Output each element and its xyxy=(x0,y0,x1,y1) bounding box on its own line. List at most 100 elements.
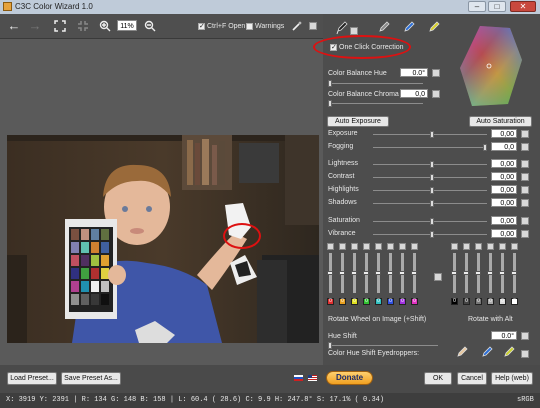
saturation-thumb[interactable] xyxy=(430,218,434,225)
hue-shift-track[interactable] xyxy=(328,345,438,346)
color-balance-chroma-reset[interactable] xyxy=(432,90,440,98)
lightness-field[interactable]: 0,00 xyxy=(491,159,517,168)
eyedropper-toggle[interactable] xyxy=(350,27,358,35)
cancel-button[interactable]: Cancel xyxy=(457,372,487,385)
vibrance-thumb[interactable] xyxy=(430,231,434,238)
color-balance-hue-thumb[interactable] xyxy=(328,80,332,87)
hue-shift-reset[interactable] xyxy=(521,332,529,340)
help-button[interactable]: Help (web) xyxy=(491,372,533,385)
eyedroppers-reset[interactable] xyxy=(521,350,529,358)
shadows-thumb[interactable] xyxy=(430,200,434,207)
yellow-eyedropper-icon[interactable] xyxy=(428,21,440,37)
fogging-field[interactable]: 0,0 xyxy=(491,142,517,151)
warnings-checkbox[interactable] xyxy=(246,23,253,30)
lightness-reset[interactable] xyxy=(521,160,529,168)
color-channel-knob-1[interactable] xyxy=(339,271,345,275)
image-canvas[interactable] xyxy=(0,39,323,365)
hue-shift-thumb[interactable] xyxy=(328,342,332,349)
gray-channel-knob-1[interactable] xyxy=(463,271,469,275)
exposure-thumb[interactable] xyxy=(430,131,434,138)
fogging-track[interactable] xyxy=(373,147,487,148)
gray-channel-knob-5[interactable] xyxy=(511,271,517,275)
gray-channel-top-1[interactable] xyxy=(463,243,470,250)
actual-size-icon[interactable] xyxy=(76,18,90,34)
saturation-reset[interactable] xyxy=(521,217,529,225)
gray-channel-knob-3[interactable] xyxy=(487,271,493,275)
color-channel-top-4[interactable] xyxy=(375,243,382,250)
color-balance-chroma-thumb[interactable] xyxy=(328,100,332,107)
shadows-field[interactable]: 0,00 xyxy=(491,198,517,207)
contrast-reset[interactable] xyxy=(521,173,529,181)
exposure-reset[interactable] xyxy=(521,130,529,138)
photo-preview[interactable] xyxy=(7,135,319,343)
color-balance-chroma-track[interactable] xyxy=(328,103,423,104)
gray-channel-knob-2[interactable] xyxy=(475,271,481,275)
gray-channel-top-2[interactable] xyxy=(475,243,482,250)
zoom-level-field[interactable]: 11% xyxy=(117,20,137,31)
fit-screen-icon[interactable] xyxy=(53,18,67,34)
gray-channel-top-4[interactable] xyxy=(499,243,506,250)
forward-arrow-icon[interactable]: → xyxy=(27,18,43,34)
gray-channel-top-0[interactable] xyxy=(451,243,458,250)
color-channel-top-0[interactable] xyxy=(327,243,334,250)
highlights-thumb[interactable] xyxy=(430,187,434,194)
ok-button[interactable]: OK xyxy=(424,372,452,385)
hue-eyedropper-2-icon[interactable] xyxy=(481,346,493,362)
gray-channel-knob-0[interactable] xyxy=(451,271,457,275)
magic-wand-icon[interactable] xyxy=(290,18,304,34)
toolbar-square-button[interactable] xyxy=(309,22,317,30)
ctrlf-open-checkbox[interactable]: ✓ xyxy=(198,23,205,30)
fogging-reset[interactable] xyxy=(521,143,529,151)
close-button[interactable]: ✕ xyxy=(510,1,536,12)
zoom-out-icon[interactable] xyxy=(143,18,157,34)
contrast-thumb[interactable] xyxy=(430,174,434,181)
gray-channel-knob-4[interactable] xyxy=(499,271,505,275)
save-preset-button[interactable]: Save Preset As... xyxy=(61,372,121,385)
us-flag-icon[interactable] xyxy=(308,375,317,381)
vibrance-field[interactable]: 0,00 xyxy=(491,229,517,238)
color-channel-knob-7[interactable] xyxy=(411,271,417,275)
hue-shift-field[interactable]: 0.0° xyxy=(491,331,517,340)
maximize-button[interactable]: □ xyxy=(488,1,506,12)
back-arrow-icon[interactable]: ← xyxy=(6,18,22,34)
contrast-field[interactable]: 0,00 xyxy=(491,172,517,181)
auto-saturation-button[interactable]: Auto Saturation xyxy=(469,116,532,127)
color-channel-knob-5[interactable] xyxy=(387,271,393,275)
fogging-thumb[interactable] xyxy=(483,144,487,151)
color-channel-knob-0[interactable] xyxy=(327,271,333,275)
color-channel-top-6[interactable] xyxy=(399,243,406,250)
gray-channel-top-3[interactable] xyxy=(487,243,494,250)
highlights-reset[interactable] xyxy=(521,186,529,194)
color-balance-hue-reset[interactable] xyxy=(432,69,440,77)
color-channel-knob-4[interactable] xyxy=(375,271,381,275)
color-channel-top-3[interactable] xyxy=(363,243,370,250)
channel-reset-button[interactable] xyxy=(434,273,442,281)
color-channel-knob-3[interactable] xyxy=(363,271,369,275)
color-channel-top-5[interactable] xyxy=(387,243,394,250)
saturation-field[interactable]: 0,00 xyxy=(491,216,517,225)
color-channel-knob-2[interactable] xyxy=(351,271,357,275)
color-wheel[interactable] xyxy=(458,24,524,110)
lightness-thumb[interactable] xyxy=(430,161,434,168)
gray-eyedropper-icon[interactable] xyxy=(378,21,390,37)
vibrance-reset[interactable] xyxy=(521,230,529,238)
color-channel-top-1[interactable] xyxy=(339,243,346,250)
blue-eyedropper-icon[interactable] xyxy=(403,21,415,37)
color-channel-top-2[interactable] xyxy=(351,243,358,250)
zoom-in-icon[interactable] xyxy=(98,18,112,34)
gray-channel-top-5[interactable] xyxy=(511,243,518,250)
color-balance-hue-field[interactable]: 0.0° xyxy=(400,68,428,77)
hue-eyedropper-1-icon[interactable] xyxy=(456,346,468,362)
color-channel-knob-6[interactable] xyxy=(399,271,405,275)
exposure-field[interactable]: 0,00 xyxy=(491,129,517,138)
hue-eyedropper-3-icon[interactable] xyxy=(503,346,515,362)
russian-flag-icon[interactable] xyxy=(294,375,303,381)
auto-exposure-button[interactable]: Auto Exposure xyxy=(327,116,389,127)
color-channel-top-7[interactable] xyxy=(411,243,418,250)
minimize-button[interactable]: – xyxy=(468,1,486,12)
color-balance-chroma-field[interactable]: 0,0 xyxy=(400,89,428,98)
color-balance-hue-track[interactable] xyxy=(328,83,423,84)
shadows-reset[interactable] xyxy=(521,199,529,207)
donate-button[interactable]: Donate xyxy=(326,371,373,385)
highlights-field[interactable]: 0,00 xyxy=(491,185,517,194)
